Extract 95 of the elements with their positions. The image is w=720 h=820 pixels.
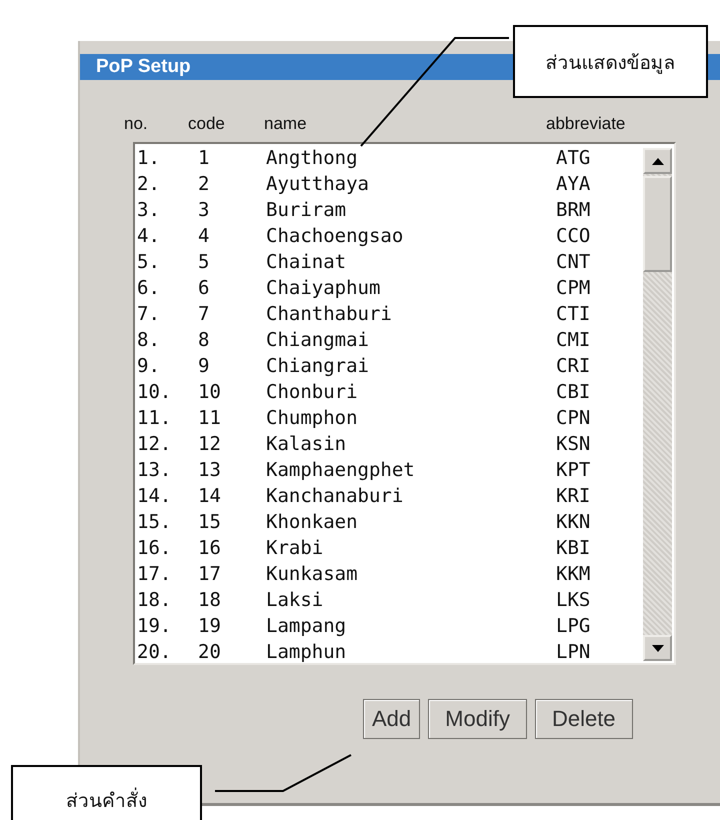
- row-number: 17.: [137, 563, 172, 585]
- column-header: no.: [124, 114, 149, 135]
- abbreviation-cell-text: CBI: [556, 381, 592, 403]
- row-number: 1.: [137, 147, 161, 169]
- row-number: 10.: [137, 381, 172, 403]
- row-number: 9.: [137, 355, 161, 377]
- row-number: 8.: [137, 329, 161, 351]
- action-button[interactable]: Add: [363, 699, 420, 739]
- code-cell-text: 20: [198, 641, 222, 663]
- code-cell-text: 15: [198, 511, 222, 533]
- abbreviation-cell-text: ATG: [556, 147, 592, 169]
- abbreviation-cell-text: CMI: [556, 329, 592, 351]
- name-cell-text: Lamphun: [266, 641, 348, 663]
- row-number: 6.: [137, 277, 161, 299]
- row-number: 18.: [137, 589, 172, 611]
- row-number: 2.: [137, 173, 161, 195]
- name-cell-text: Chumphon: [266, 407, 359, 429]
- abbreviation-cell-text: KSN: [556, 433, 592, 455]
- name-cell-text: Buriram: [266, 199, 348, 221]
- abbreviation-cell-text: KBI: [556, 537, 592, 559]
- callout-label: ส่วนแสดงข้อมูล: [513, 25, 708, 98]
- abbreviation-cell-text: CNT: [556, 251, 592, 273]
- code-cell-text: 12: [198, 433, 222, 455]
- name-cell-text: Chachoengsao: [266, 225, 404, 247]
- code-cell-text: 4: [198, 225, 210, 247]
- row-number: 20.: [137, 641, 172, 663]
- action-button[interactable]: Modify: [428, 699, 527, 739]
- code-cell-text: 14: [198, 485, 222, 507]
- code-cell-text: 11: [198, 407, 222, 429]
- row-number: 16.: [137, 537, 172, 559]
- name-cell-text: Chiangrai: [266, 355, 370, 377]
- code-cell-text: 7: [198, 303, 210, 325]
- code-cell-text: 2: [198, 173, 210, 195]
- abbreviation-cell-text: CCO: [556, 225, 592, 247]
- row-number: 13.: [137, 459, 172, 481]
- code-cell-text: 17: [198, 563, 222, 585]
- row-number: 5.: [137, 251, 161, 273]
- name-cell-text: Kamphaengphet: [266, 459, 416, 481]
- name-cell-text: Kunkasam: [266, 563, 359, 585]
- abbreviation-cell-text: AYA: [556, 173, 592, 195]
- column-header: name: [264, 114, 308, 135]
- row-number: 19.: [137, 615, 172, 637]
- name-cell-text: Chiangmai: [266, 329, 370, 351]
- code-cell-text: 8: [198, 329, 210, 351]
- abbreviation-cell-text: CPM: [556, 277, 592, 299]
- abbreviation-cell-text: KKM: [556, 563, 592, 585]
- row-number: 4.: [137, 225, 161, 247]
- action-button[interactable]: Delete: [534, 699, 633, 739]
- name-cell-text: Chanthaburi: [266, 303, 393, 325]
- abbreviation-cell-text: LPN: [556, 641, 592, 663]
- name-cell-text: Lampang: [266, 615, 348, 637]
- row-number: 15.: [137, 511, 172, 533]
- code-cell-text: 3: [198, 199, 210, 221]
- name-cell-text: Laksi: [266, 589, 324, 611]
- abbreviation-cell-text: KRI: [556, 485, 592, 507]
- down-arrow-icon: [652, 644, 664, 652]
- name-cell-text: Chonburi: [266, 381, 359, 403]
- code-cell-text: 18: [198, 589, 222, 611]
- scrollbar[interactable]: [643, 148, 672, 661]
- code-cell-text: 10: [198, 381, 222, 403]
- name-cell-text: Kanchanaburi: [266, 485, 404, 507]
- abbreviation-cell-text: KKN: [556, 511, 592, 533]
- column-header: abbreviate: [546, 114, 626, 135]
- abbreviation-cell-text: BRM: [556, 199, 592, 221]
- code-cell-text: 5: [198, 251, 210, 273]
- code-cell-text: 6: [198, 277, 210, 299]
- abbreviation-cell-text: KPT: [556, 459, 592, 481]
- code-cell-text: 19: [198, 615, 222, 637]
- row-number: 12.: [137, 433, 172, 455]
- name-cell-text: Kalasin: [266, 433, 348, 455]
- row-number: 14.: [137, 485, 172, 507]
- abbreviation-cell-text: CRI: [556, 355, 592, 377]
- row-number: 3.: [137, 199, 161, 221]
- abbreviation-cell-text: LKS: [556, 589, 592, 611]
- row-number: 7.: [137, 303, 161, 325]
- name-cell-text: Angthong: [266, 147, 359, 169]
- name-cell-text: Ayutthaya: [266, 173, 370, 195]
- name-cell-text: Khonkaen: [266, 511, 359, 533]
- row-number: 11.: [137, 407, 172, 429]
- code-cell-text: 16: [198, 537, 222, 559]
- callout-label: ส่วนคำสั่ง: [11, 765, 202, 820]
- abbreviation-cell-text: LPG: [556, 615, 592, 637]
- name-cell-text: Chaiyaphum: [266, 277, 382, 299]
- abbreviation-cell-text: CPN: [556, 407, 592, 429]
- abbreviation-cell-text: CTI: [556, 303, 592, 325]
- scroll-down-button[interactable]: [643, 635, 672, 661]
- name-cell-text: Krabi: [266, 537, 324, 559]
- scroll-up-button[interactable]: [643, 148, 672, 174]
- up-arrow-icon: [652, 158, 664, 164]
- code-cell-text: 1: [198, 147, 210, 169]
- code-cell-text: 9: [198, 355, 210, 377]
- name-cell-text: Chainat: [266, 251, 348, 273]
- scroll-thumb[interactable]: [643, 176, 672, 272]
- code-cell-text: 13: [198, 459, 222, 481]
- column-header: code: [188, 114, 226, 135]
